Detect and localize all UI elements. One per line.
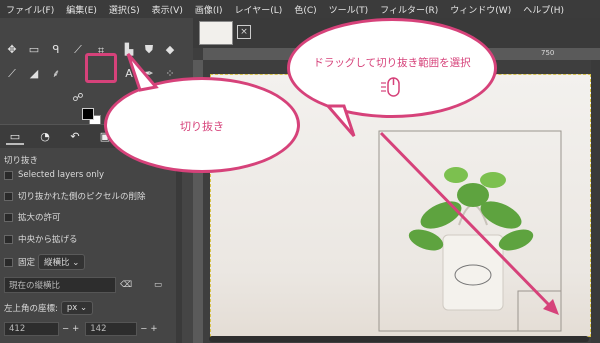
menu-help[interactable]: ヘルプ(H) bbox=[517, 3, 570, 16]
menu-view[interactable]: 表示(V) bbox=[146, 3, 189, 16]
unit-value: px bbox=[66, 303, 78, 313]
crop-callout-text: 切り抜き bbox=[180, 120, 224, 133]
fuzzy-select-icon[interactable]: ⟋ bbox=[71, 43, 85, 57]
allow-growing-checkbox[interactable] bbox=[4, 212, 13, 222]
x-input[interactable]: 412 bbox=[4, 322, 59, 336]
eraser-icon[interactable]: ◢ bbox=[27, 67, 41, 81]
selected-layers-option[interactable]: Selected layers only bbox=[4, 170, 104, 180]
fixed-mode-value: 縦横比 bbox=[44, 258, 70, 268]
fixed-mode-select[interactable]: 縦横比 ⌄ bbox=[38, 254, 86, 270]
y-increment-button[interactable]: + bbox=[150, 324, 157, 334]
drag-callout-pointer bbox=[324, 104, 356, 137]
vertical-scrollbar[interactable] bbox=[591, 60, 600, 343]
position-label: 左上角の座標: bbox=[4, 304, 58, 314]
clear-icon[interactable]: ⌫ bbox=[120, 280, 132, 290]
image-thumbnail[interactable] bbox=[199, 21, 233, 45]
move-icon[interactable]: ✥ bbox=[5, 43, 19, 57]
drag-callout-text: ドラッグして切り抜き範囲を選択 bbox=[313, 57, 471, 69]
menu-edit[interactable]: 編集(E) bbox=[60, 3, 103, 16]
x-increment-button[interactable]: + bbox=[72, 324, 79, 334]
menubar: ファイル(F) 編集(E) 選択(S) 表示(V) 画像(I) レイヤー(L) … bbox=[0, 0, 600, 18]
options-scrollbar[interactable] bbox=[176, 148, 182, 343]
tab-device-status[interactable]: ◔ bbox=[36, 129, 54, 145]
crop-tool-highlight bbox=[85, 53, 117, 83]
menu-layer[interactable]: レイヤー(L) bbox=[229, 3, 289, 16]
ratio-row: 現在の縦横比 ⌫ ▭ bbox=[4, 277, 162, 293]
expand-center-checkbox[interactable] bbox=[4, 234, 13, 244]
delete-pixels-option[interactable]: 切り抜かれた側のピクセルの削除 bbox=[4, 190, 146, 202]
expand-center-option[interactable]: 中央から拡げる bbox=[4, 233, 78, 245]
unit-select[interactable]: px ⌄ bbox=[60, 301, 94, 315]
clone-icon[interactable]: ☍ bbox=[71, 91, 85, 105]
horizontal-scrollbar[interactable] bbox=[209, 336, 589, 342]
tab-tool-options[interactable]: ▭ bbox=[6, 129, 24, 145]
menu-select[interactable]: 選択(S) bbox=[103, 3, 146, 16]
fixed-checkbox[interactable] bbox=[4, 257, 13, 267]
close-icon[interactable]: × bbox=[237, 25, 251, 39]
position-values: 412 − + 142 − + bbox=[4, 322, 158, 336]
mouse-icon bbox=[381, 77, 400, 97]
menu-tools[interactable]: ツール(T) bbox=[323, 3, 375, 16]
menu-windows[interactable]: ウィンドウ(W) bbox=[444, 3, 517, 16]
menu-color[interactable]: 色(C) bbox=[288, 3, 322, 16]
fixed-label: 固定 bbox=[18, 258, 36, 268]
position-row: 左上角の座標: px ⌄ bbox=[4, 301, 94, 315]
y-input[interactable]: 142 bbox=[85, 322, 138, 336]
paintbrush-icon[interactable]: ⟋ bbox=[5, 67, 19, 81]
menu-image[interactable]: 画像(I) bbox=[189, 3, 229, 16]
rect-select-icon[interactable]: ▭ bbox=[27, 43, 41, 57]
delete-pixels-checkbox[interactable] bbox=[4, 191, 13, 201]
delete-pixels-label: 切り抜かれた側のピクセルの削除 bbox=[18, 192, 146, 202]
tab-undo-history[interactable]: ↶ bbox=[66, 129, 84, 145]
chevron-down-icon: ⌄ bbox=[80, 303, 88, 313]
allow-growing-label: 拡大の許可 bbox=[18, 213, 61, 223]
expand-center-label: 中央から拡げる bbox=[18, 235, 78, 245]
crop-callout-pointer bbox=[126, 53, 159, 92]
x-decrement-button[interactable]: − bbox=[62, 324, 69, 334]
ruler-mark: 750 bbox=[541, 49, 555, 57]
fixed-option[interactable]: 固定 縦横比 ⌄ bbox=[4, 254, 86, 270]
selected-layers-label: Selected layers only bbox=[18, 170, 104, 180]
chevron-down-icon: ⌄ bbox=[72, 258, 80, 268]
menu-filters[interactable]: フィルター(R) bbox=[374, 3, 444, 16]
menu-file[interactable]: ファイル(F) bbox=[0, 3, 60, 16]
selected-layers-checkbox[interactable] bbox=[4, 170, 13, 180]
foreground-color[interactable] bbox=[82, 108, 94, 120]
y-decrement-button[interactable]: − bbox=[140, 324, 147, 334]
smudge-icon[interactable]: ⸙ bbox=[49, 67, 63, 81]
ratio-input[interactable]: 現在の縦横比 bbox=[4, 277, 116, 293]
ratio-preview-icon[interactable]: ▭ bbox=[154, 280, 162, 290]
allow-growing-option[interactable]: 拡大の許可 bbox=[4, 211, 61, 223]
drag-callout: ドラッグして切り抜き範囲を選択 bbox=[287, 18, 497, 118]
lasso-icon[interactable]: ᑫ bbox=[49, 43, 63, 57]
options-title: 切り抜き bbox=[4, 156, 39, 166]
